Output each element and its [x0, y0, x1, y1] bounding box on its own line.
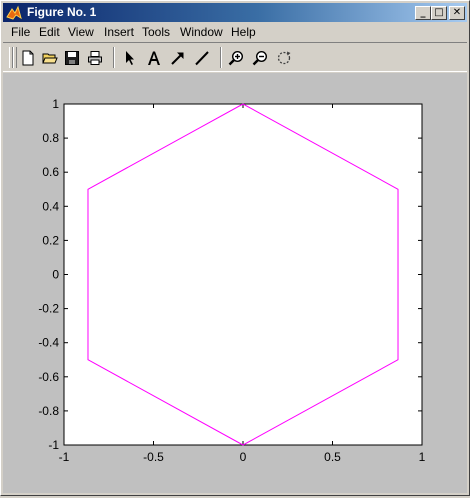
- axes-box[interactable]: [63, 103, 423, 446]
- menu-view[interactable]: View: [68, 25, 94, 39]
- y-tick-label: 0.4: [42, 199, 59, 213]
- zoom-out-button[interactable]: [250, 48, 270, 68]
- new-file-icon: [22, 50, 34, 66]
- figure-toolbar: [3, 42, 467, 72]
- minimize-button[interactable]: _: [415, 6, 431, 20]
- toolbar-separator: [220, 47, 222, 68]
- menu-file[interactable]: File: [11, 25, 30, 39]
- figure-canvas: -1 -0.5 0 0.5 1 -1 -0.8 -0.6 -0.4 -0.2 0 0.2 0.4 0.6…: [3, 73, 467, 493]
- title-bar[interactable]: Figure No. 1 _ □ ✕: [3, 3, 467, 22]
- y-tick-label: -0.2: [38, 302, 59, 316]
- x-tick-label: 1: [419, 450, 426, 464]
- printer-icon: [88, 51, 102, 65]
- y-tick-label: 0: [52, 268, 59, 282]
- menu-edit[interactable]: Edit: [39, 25, 60, 39]
- menu-bar: File Edit View Insert Tools Window Help: [3, 23, 467, 41]
- new-figure-button[interactable]: [18, 48, 38, 68]
- maximize-button[interactable]: □: [431, 6, 447, 20]
- zoom-in-icon: [228, 50, 244, 66]
- arrow-pointer-icon: [126, 51, 134, 65]
- y-tick-label: -0.8: [38, 404, 59, 418]
- folder-open-icon: [42, 53, 58, 64]
- insert-line-button[interactable]: [192, 48, 212, 68]
- zoom-out-icon: [252, 50, 268, 66]
- y-tick-label: -0.6: [38, 370, 59, 384]
- x-tick-label: -0.5: [143, 450, 164, 464]
- toolbar-separator: [113, 47, 115, 68]
- menu-insert[interactable]: Insert: [104, 25, 134, 39]
- minimize-icon: _: [420, 7, 426, 18]
- text-A-icon: [148, 51, 160, 65]
- maximize-icon: □: [434, 7, 444, 18]
- x-tick-label: -1: [59, 450, 70, 464]
- window-title: Figure No. 1: [27, 5, 97, 19]
- print-button[interactable]: [85, 48, 105, 68]
- x-tick-label: 0.5: [324, 450, 341, 464]
- figure-window: Figure No. 1 _ □ ✕ File Edit View Insert…: [0, 0, 470, 496]
- insert-arrow-button[interactable]: [168, 48, 188, 68]
- y-tick-label: 0.6: [42, 165, 59, 179]
- y-tick-label: -1: [48, 438, 59, 452]
- insert-text-button[interactable]: [144, 48, 164, 68]
- matlab-logo-icon: [6, 5, 22, 20]
- menu-help[interactable]: Help: [231, 25, 256, 39]
- zoom-in-button[interactable]: [226, 48, 246, 68]
- plot-canvas: -1 -0.5 0 0.5 1 -1 -0.8 -0.6 -0.4 -0.2 0 0.2 0.4 0.6…: [38, 97, 426, 464]
- floppy-disk-icon: [65, 51, 79, 65]
- y-tick-label: 1: [52, 97, 59, 111]
- y-tick-label: 0.8: [42, 131, 59, 145]
- line-icon: [195, 51, 209, 66]
- rotate-3d-button[interactable]: [274, 48, 294, 68]
- toolbar-grip[interactable]: [13, 47, 17, 68]
- save-button[interactable]: [62, 48, 82, 68]
- close-button[interactable]: ✕: [449, 6, 465, 20]
- x-tick-label: 0: [240, 450, 247, 464]
- rotate-icon: [277, 51, 291, 65]
- open-file-button[interactable]: [40, 48, 60, 68]
- y-tick-label: 0.2: [42, 233, 59, 247]
- menu-tools[interactable]: Tools: [142, 25, 170, 39]
- edit-plot-button[interactable]: [120, 48, 140, 68]
- menu-window[interactable]: Window: [180, 25, 223, 39]
- arrow-icon: [171, 52, 184, 65]
- close-icon: ✕: [452, 7, 462, 18]
- y-tick-label: -0.4: [38, 336, 59, 350]
